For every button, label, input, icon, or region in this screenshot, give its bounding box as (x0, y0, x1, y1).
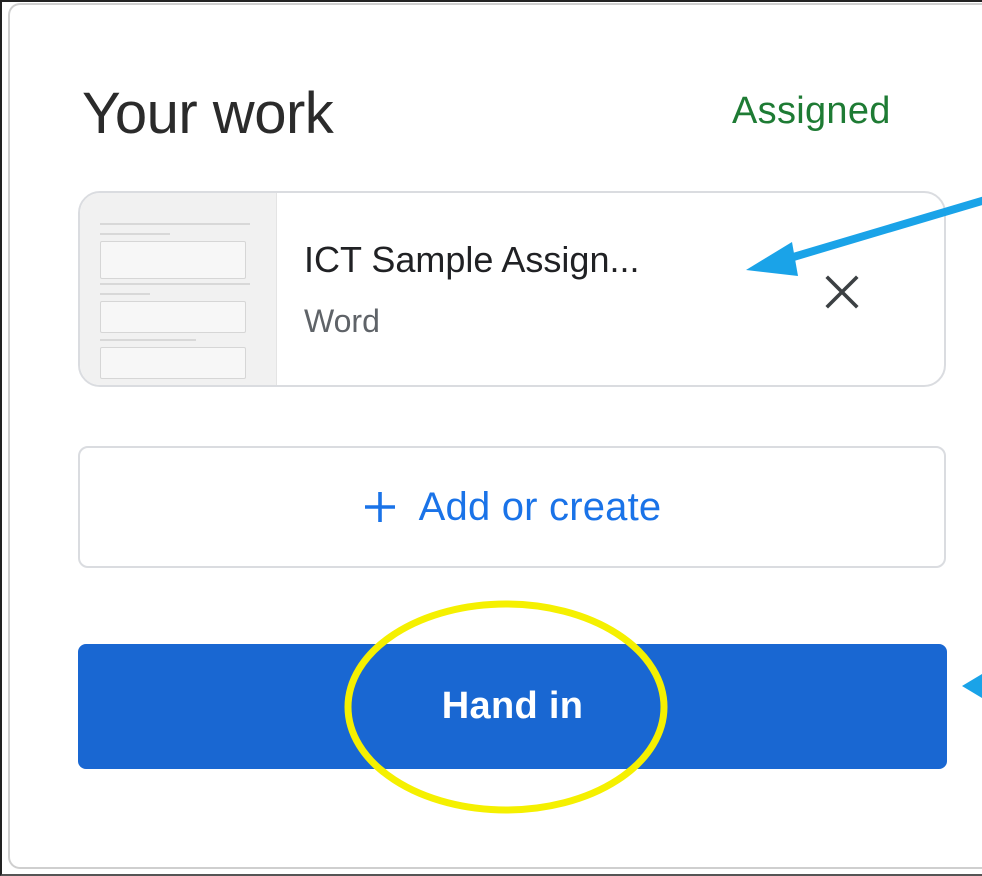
hand-in-button[interactable]: Hand in (78, 644, 947, 769)
add-or-create-button[interactable]: Add or create (78, 446, 946, 568)
panel-title: Your work (82, 81, 334, 146)
attachment-title[interactable]: ICT Sample Assign... (304, 239, 639, 281)
attachment-type: Word (304, 303, 380, 339)
status-label: Assigned (732, 90, 891, 132)
remove-attachment-button[interactable] (815, 265, 869, 319)
add-or-create-label: Add or create (418, 484, 662, 529)
attachment-card[interactable]: ICT Sample Assign... Word (78, 191, 946, 387)
plus-icon (363, 490, 397, 524)
hand-in-label: Hand in (441, 685, 584, 727)
close-icon (825, 275, 859, 309)
document-thumbnail[interactable] (80, 193, 277, 385)
